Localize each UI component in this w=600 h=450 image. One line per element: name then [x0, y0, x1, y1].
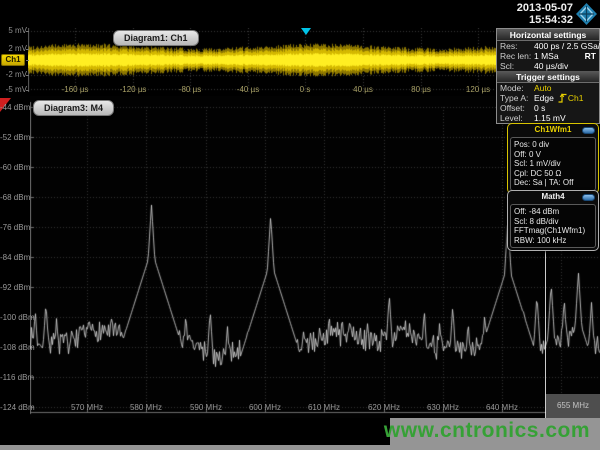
offset-label: Offset: [500, 103, 534, 113]
level-label: Level: [500, 113, 534, 123]
settings-panel[interactable]: Horizontal settings Res: 400 ps / 2.5 GS… [496, 28, 600, 124]
record-length-row[interactable]: Rec len: 1 MSa RT [497, 51, 599, 61]
math4-scl: Scl: 8 dB/div [514, 217, 592, 227]
oscilloscope-screen: 2013-05-07 15:54:32 Diagram1: Ch1 5 mV 2 … [0, 0, 600, 450]
bottom-black-mask [0, 418, 390, 445]
axis-label: 580 MHz [123, 403, 169, 412]
tab-diagram3-label: Diagram3: M4 [44, 103, 103, 113]
date-label: 2013-05-07 [517, 2, 573, 14]
tab-diagram1[interactable]: Diagram1: Ch1 [113, 30, 199, 46]
axis-label: 0 s [282, 85, 328, 94]
axis-label: 610 MHz [301, 403, 347, 412]
axis-tick [26, 60, 29, 61]
axis-label: -116 dBm [0, 373, 27, 382]
offset-value: 0 s [534, 103, 545, 113]
axis-label: 120 µs [455, 85, 501, 94]
axis-label: 620 MHz [361, 403, 407, 412]
trigger-level-row[interactable]: Level: 1.15 mV [497, 113, 599, 123]
channel-offset-marker-label: Ch1 [5, 55, 20, 64]
axis-label: -5 mV [0, 85, 27, 94]
ch1wfm1-title: Ch1Wfm1 [535, 125, 572, 134]
type-value: Edge [534, 93, 554, 103]
watermark-text: www.cntronics.com [384, 419, 590, 443]
reclen-label: Rec len: [500, 51, 534, 61]
trigger-position-marker-icon[interactable] [301, 28, 311, 35]
tab-diagram3[interactable]: Diagram3: M4 [33, 100, 114, 116]
axis-label: 5 mV [0, 26, 27, 35]
axis-label: -120 µs [110, 85, 156, 94]
trigger-source-value: Ch1 [568, 93, 584, 103]
mode-label: Mode: [500, 83, 534, 93]
trigger-mode-row[interactable]: Mode: Auto [497, 83, 599, 93]
reclen-value: 1 MSa [534, 51, 559, 61]
channel-offset-marker[interactable]: Ch1 [1, 54, 25, 66]
axis-label: -40 µs [225, 85, 271, 94]
axis-label: -68 dBm [0, 193, 27, 202]
axis-label: 590 MHz [183, 403, 229, 412]
axis-label: -80 µs [167, 85, 213, 94]
axis-label: -108 dBm [0, 343, 27, 352]
diagram1-waveform-area[interactable] [28, 28, 496, 92]
math4-rbw: RBW: 100 kHz [514, 236, 592, 246]
trigger-offset-row[interactable]: Offset: 0 s [497, 103, 599, 113]
datetime: 2013-05-07 15:54:32 [517, 2, 573, 26]
axis-label: 40 µs [340, 85, 386, 94]
rising-edge-icon [558, 93, 567, 103]
axis-label: 630 MHz [420, 403, 466, 412]
right-frequency-label: 655 MHz [557, 401, 589, 410]
horizontal-settings-title[interactable]: Horizontal settings [497, 29, 599, 41]
resolution-row[interactable]: Res: 400 ps / 2.5 GSa/s [497, 41, 599, 51]
realtime-badge: RT [585, 51, 596, 61]
level-value: 1.15 mV [534, 113, 566, 123]
axis-label: 2 mV [0, 44, 27, 53]
axis-label: -44 dBm [0, 103, 27, 112]
rohde-schwarz-logo [576, 3, 597, 25]
ch1wfm1-dec: Dec: Sa | TA: Off [514, 178, 592, 188]
res-value: 400 ps / 2.5 GSa/s [534, 41, 600, 51]
axis-label: -160 µs [52, 85, 98, 94]
ch1wfm1-pos: Pos: 0 div [514, 140, 592, 150]
axis-label: 640 MHz [479, 403, 525, 412]
axis-label: 80 µs [398, 85, 444, 94]
mode-value: Auto [534, 83, 552, 93]
res-label: Res: [500, 41, 534, 51]
bottom-strip: www.cntronics.com [0, 418, 600, 450]
time-label: 15:54:32 [517, 14, 573, 26]
axis-label: -60 dBm [0, 163, 27, 172]
axis-tick [26, 31, 29, 32]
timescale-row[interactable]: Scl: 40 µs/div [497, 61, 599, 71]
type-label: Type A: [500, 93, 534, 103]
math4-title: Math4 [541, 192, 564, 201]
axis-label: -2 mV [0, 70, 27, 79]
ch1wfm1-details: Pos: 0 div Off: 0 V Scl: 1 mV/div Cpl: D… [510, 137, 596, 191]
scl-value: 40 µs/div [534, 61, 568, 71]
tab-diagram1-label: Diagram1: Ch1 [124, 33, 188, 43]
axis-tick [26, 75, 29, 76]
axis-label: -92 dBm [0, 283, 27, 292]
math4-signal-box[interactable]: Math4 Off: -84 dBm Scl: 8 dB/div FFTmag(… [507, 190, 599, 251]
ch1wfm1-signal-box[interactable]: Ch1Wfm1 Pos: 0 div Off: 0 V Scl: 1 mV/di… [507, 123, 599, 194]
right-frequency-readout: 655 MHz [546, 394, 600, 418]
math4-off: Off: -84 dBm [514, 207, 592, 217]
trigger-type-row[interactable]: Type A: Edge Ch1 [497, 93, 599, 103]
axis-tick [26, 49, 29, 50]
axis-tick [26, 90, 29, 91]
axis-label: -124 dBm [0, 403, 27, 412]
math4-enable-toggle[interactable] [582, 194, 595, 201]
ch1wfm1-off: Off: 0 V [514, 150, 592, 160]
axis-label: -100 dBm [0, 313, 27, 322]
ch1wfm1-scl: Scl: 1 mV/div [514, 159, 592, 169]
math4-details: Off: -84 dBm Scl: 8 dB/div FFTmag(Ch1Wfm… [510, 204, 596, 248]
scl-label: Scl: [500, 61, 534, 71]
trigger-settings-title[interactable]: Trigger settings [497, 71, 599, 83]
axis-label: -84 dBm [0, 253, 27, 262]
ch1wfm1-enable-toggle[interactable] [582, 127, 595, 134]
math4-expression: FFTmag(Ch1Wfm1) [514, 226, 592, 236]
ch1wfm1-cpl: Cpl: DC 50 Ω [514, 169, 592, 179]
axis-label: 600 MHz [242, 403, 288, 412]
axis-label: 570 MHz [64, 403, 110, 412]
axis-label: -52 dBm [0, 133, 27, 142]
axis-label: -76 dBm [0, 223, 27, 232]
